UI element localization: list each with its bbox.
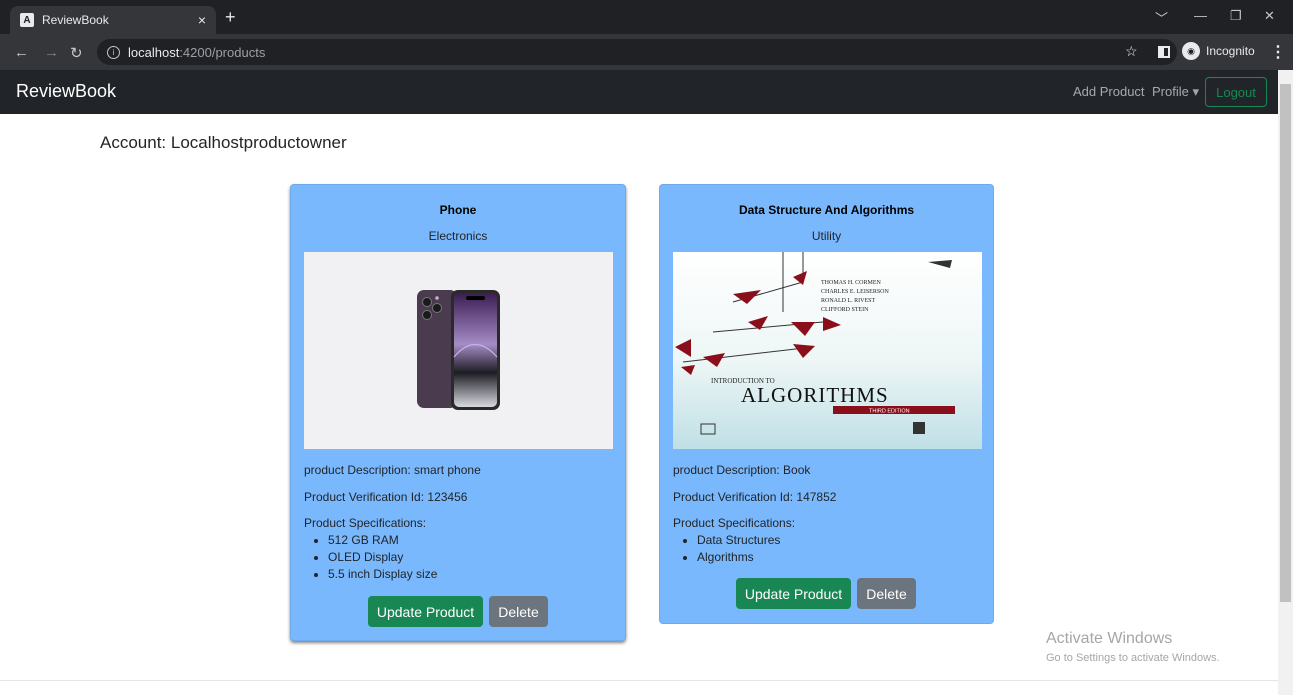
angular-favicon-icon: A xyxy=(20,13,34,27)
incognito-icon: ◉ xyxy=(1182,42,1200,60)
browser-menu-icon[interactable]: ⋮ xyxy=(1270,42,1286,62)
product-verification-id: Product Verification Id: 123456 xyxy=(304,490,468,504)
delete-button[interactable]: Delete xyxy=(489,596,548,627)
new-tab-button[interactable]: + xyxy=(225,7,236,28)
logout-button[interactable]: Logout xyxy=(1205,77,1267,107)
spec-item: 5.5 inch Display size xyxy=(328,566,437,583)
update-product-button[interactable]: Update Product xyxy=(368,596,483,627)
product-description: product Description: smart phone xyxy=(304,463,481,477)
brand-link[interactable]: ReviewBook xyxy=(16,81,116,102)
browser-tab-strip: A ReviewBook × + ﹀ — ❐ ✕ xyxy=(0,0,1293,34)
book-author: THOMAS H. CORMEN xyxy=(821,280,882,286)
site-info-icon[interactable]: i xyxy=(107,45,120,59)
delete-button[interactable]: Delete xyxy=(857,578,916,609)
forward-arrow-icon[interactable]: → xyxy=(44,44,59,61)
windows-activation-watermark: Activate Windows Go to Settings to activ… xyxy=(1046,630,1220,664)
product-specifications: Product Specifications: 512 GB RAM OLED … xyxy=(304,515,437,583)
spec-item: Data Structures xyxy=(697,532,795,549)
side-panel-icon[interactable] xyxy=(1158,46,1170,58)
book-edition-text: THIRD EDITION xyxy=(869,409,910,415)
tab-title: ReviewBook xyxy=(42,13,109,27)
scrollbar-thumb[interactable] xyxy=(1280,84,1291,602)
close-window-icon[interactable]: ✕ xyxy=(1264,8,1275,24)
url-path: :4200/products xyxy=(179,44,266,60)
watermark-subtitle: Go to Settings to activate Windows. xyxy=(1046,652,1220,664)
product-title: Phone xyxy=(439,203,477,217)
nav-add-product[interactable]: Add Product xyxy=(1073,84,1145,99)
url-host: localhost xyxy=(128,44,180,60)
app-navbar: ReviewBook Add Product Profile ▾ Logout xyxy=(0,70,1278,114)
product-image-book-cover: THOMAS H. CORMEN CHARLES E. LEISERSON RO… xyxy=(673,252,982,449)
incognito-indicator[interactable]: ◉ Incognito xyxy=(1182,42,1255,60)
book-author: RONALD L. RIVEST xyxy=(821,298,875,304)
book-author: CHARLES E. LEISERSON xyxy=(821,289,890,295)
product-card: Data Structure And Algorithms Utility TH… xyxy=(659,184,994,624)
book-title-text: ALGORITHMS xyxy=(741,383,889,407)
update-product-button[interactable]: Update Product xyxy=(736,578,851,609)
browser-tab[interactable]: A ReviewBook × xyxy=(10,6,216,34)
page-bottom-divider xyxy=(0,680,1278,681)
incognito-label: Incognito xyxy=(1206,44,1255,58)
back-arrow-icon[interactable]: ← xyxy=(14,44,29,61)
spec-item: OLED Display xyxy=(328,549,437,566)
tab-search-chevron-icon[interactable]: ﹀ xyxy=(1155,8,1168,27)
book-author: CLIFFORD STEIN xyxy=(821,307,869,313)
account-heading: Account: Localhostproductowner xyxy=(100,133,347,152)
product-category: Utility xyxy=(811,229,842,243)
watermark-title: Activate Windows xyxy=(1046,630,1173,647)
restore-icon[interactable]: ❐ xyxy=(1230,8,1242,24)
product-title: Data Structure And Algorithms xyxy=(738,203,915,217)
product-image-phone xyxy=(304,252,613,449)
minimize-icon[interactable]: — xyxy=(1194,8,1207,23)
specs-label: Product Specifications: xyxy=(304,516,427,530)
product-description: product Description: Book xyxy=(673,463,811,477)
specs-label: Product Specifications: xyxy=(673,516,796,530)
product-category: Electronics xyxy=(428,229,488,243)
product-card: Phone Electronics product Description: s… xyxy=(290,184,626,641)
nav-profile-dropdown[interactable]: Profile ▾ xyxy=(1152,84,1199,100)
reload-icon[interactable]: ↻ xyxy=(70,44,83,62)
browser-toolbar: ← → ↻ i localhost:4200/products ☆ ◉ Inco… xyxy=(0,34,1293,70)
product-specifications: Product Specifications: Data Structures … xyxy=(673,515,795,566)
close-tab-icon[interactable]: × xyxy=(198,12,206,28)
product-verification-id: Product Verification Id: 147852 xyxy=(673,490,837,504)
spec-item: 512 GB RAM xyxy=(328,532,437,549)
bookmark-star-icon[interactable]: ☆ xyxy=(1125,43,1138,60)
address-bar[interactable]: i localhost:4200/products xyxy=(97,39,1177,65)
spec-item: Algorithms xyxy=(697,549,795,566)
